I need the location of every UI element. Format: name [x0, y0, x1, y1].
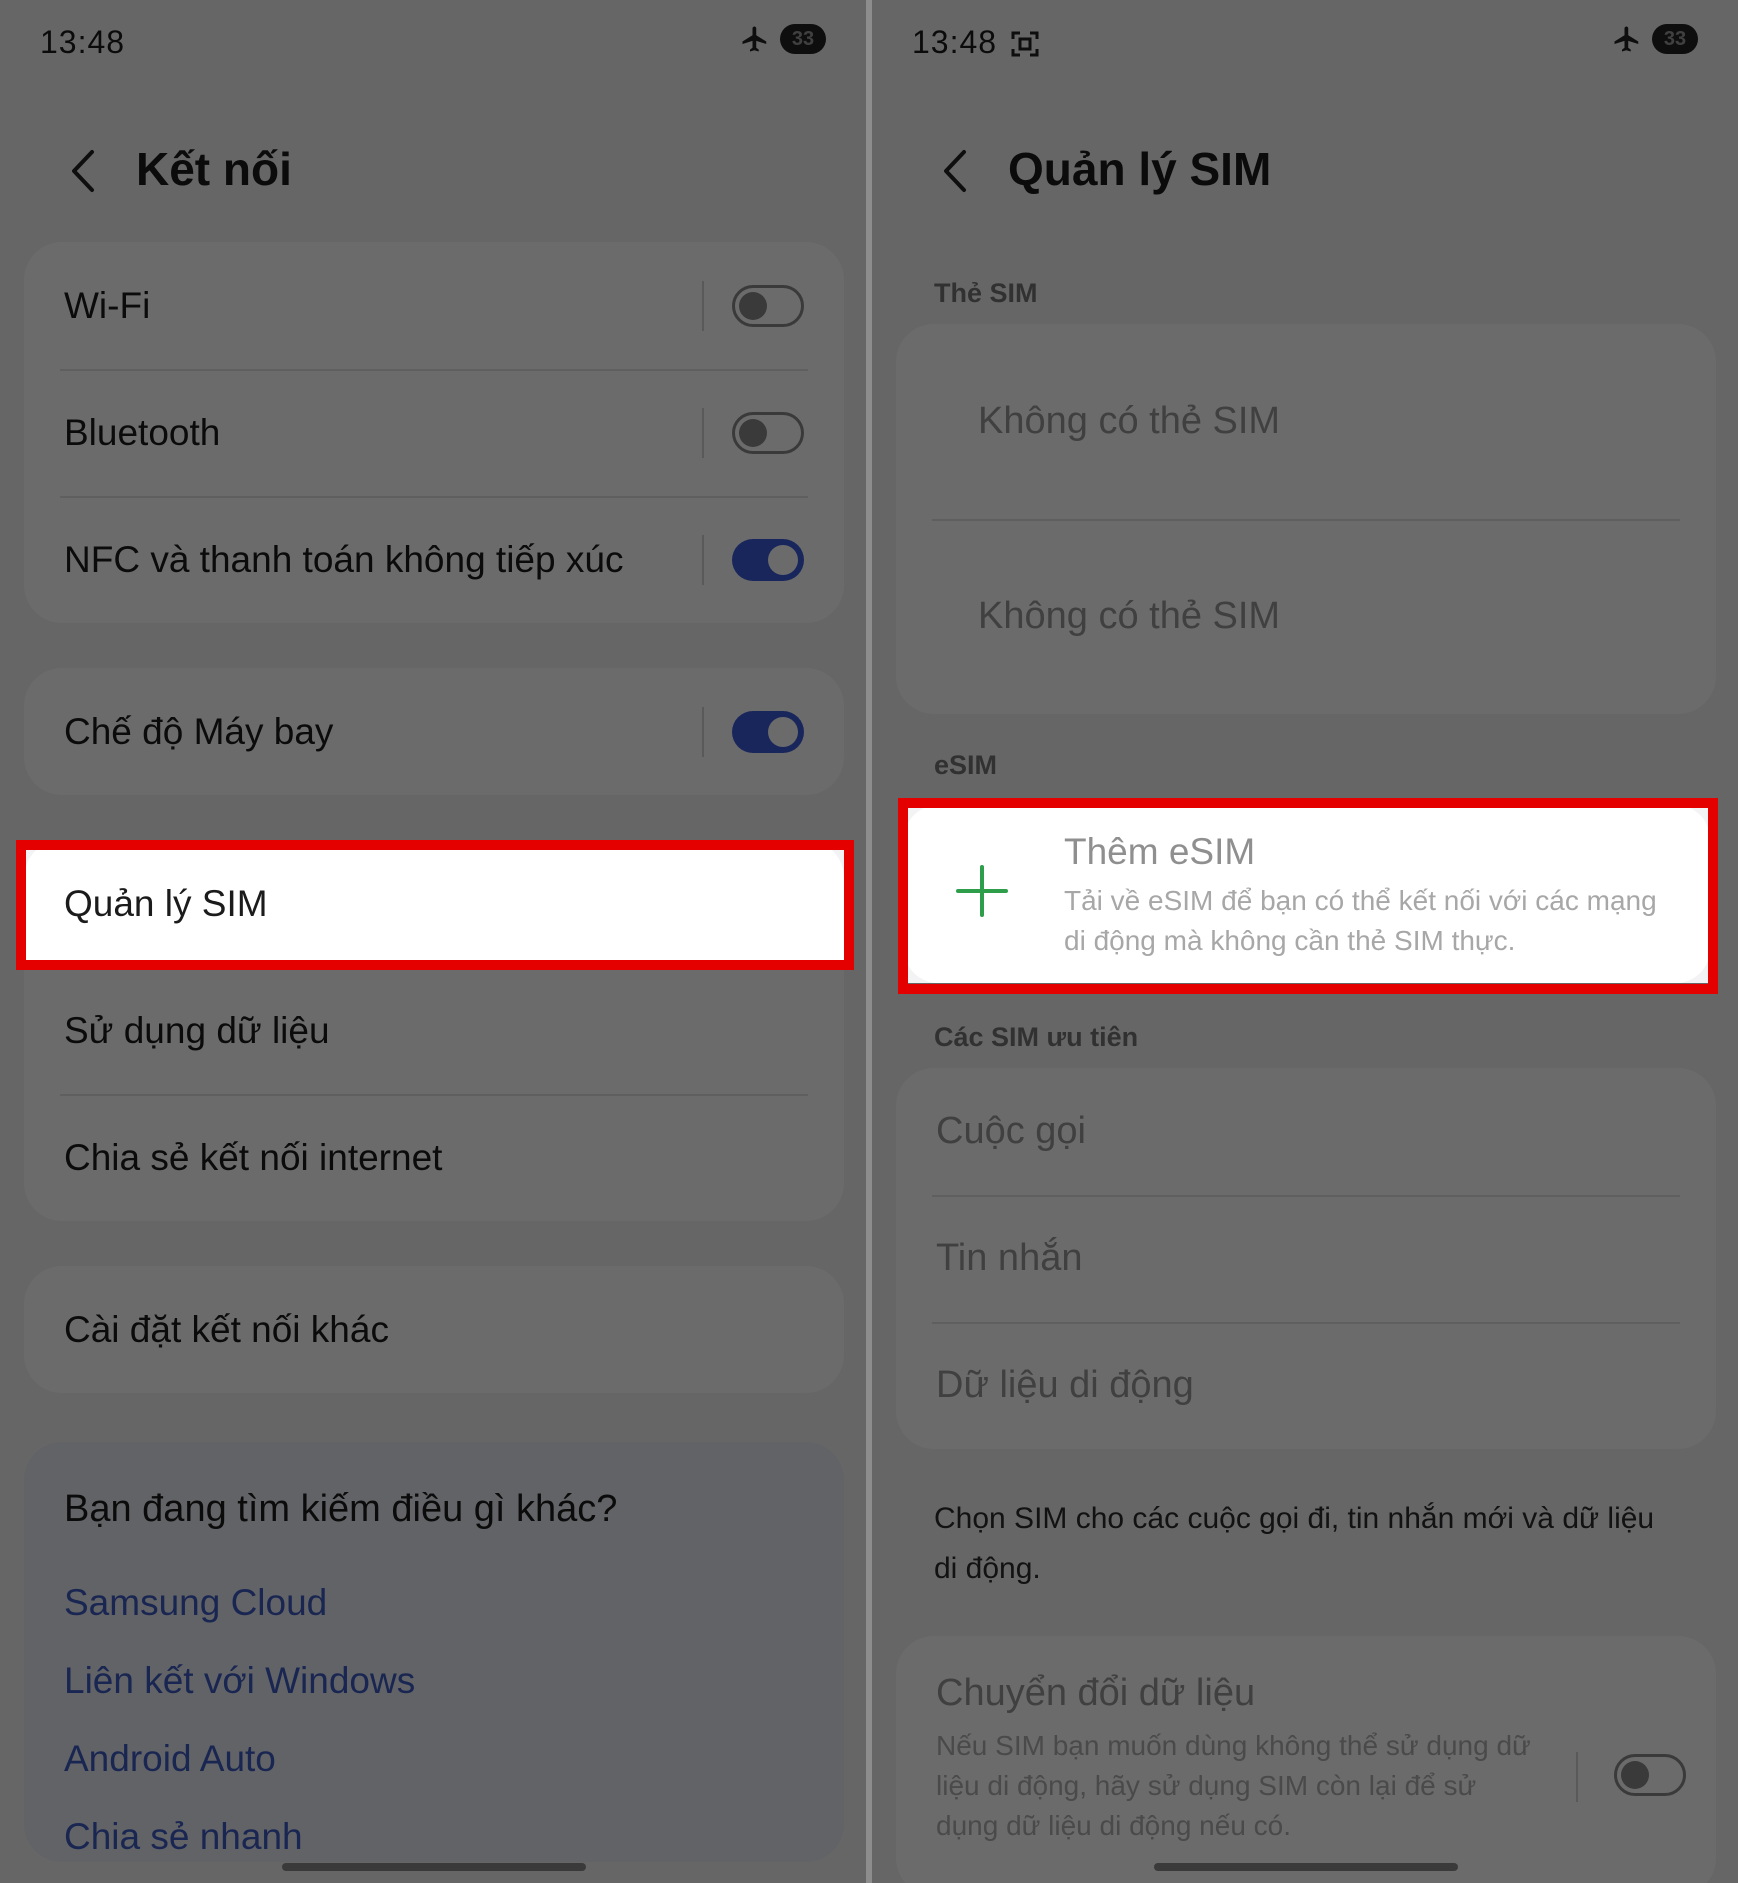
home-indicator — [1154, 1863, 1458, 1871]
setting-label: Bluetooth — [64, 411, 221, 453]
page-header: Quản lý SIM — [872, 130, 1738, 210]
suggestions-card: Bạn đang tìm kiếm điều gì khác? Samsung … — [24, 1442, 844, 1862]
sim-slot-1[interactable]: Không có thẻ SIM — [896, 324, 1716, 519]
more-settings-group: Cài đặt kết nối khác — [24, 1266, 844, 1393]
suggestion-link-quick-share[interactable]: Chia sẻ nhanh — [64, 1816, 303, 1858]
bluetooth-toggle[interactable] — [732, 411, 804, 454]
section-label-preferred-sim: Các SIM ưu tiên — [934, 1022, 1139, 1052]
plus-icon — [956, 865, 1008, 917]
status-time: 13:48 — [40, 24, 126, 60]
sim-cards-group: Không có thẻ SIM Không có thẻ SIM — [896, 324, 1716, 714]
preferred-sim-note: Chọn SIM cho các cuộc gọi đi, tin nhắn m… — [934, 1502, 1655, 1585]
status-bar: 13:48 33 — [872, 0, 1738, 86]
data-switching-toggle[interactable] — [1614, 1754, 1686, 1796]
back-arrow-icon[interactable] — [64, 148, 104, 194]
sim-data-group: Quản lý SIM Sử dụng dữ liệu Chia sẻ kết … — [24, 840, 844, 1221]
wireless-group: Wi-Fi Bluetooth NFC và thanh toán không … — [24, 242, 844, 623]
setting-label: Cài đặt kết nối khác — [64, 1308, 389, 1350]
sim-manager-screen: 13:48 33 Quản lý SIM Thẻ SIM Không có th… — [872, 0, 1738, 1883]
suggestion-link-android-auto[interactable]: Android Auto — [64, 1738, 276, 1780]
home-indicator — [282, 1863, 586, 1871]
setting-row-bluetooth[interactable]: Bluetooth — [24, 369, 844, 496]
preferred-sim-group: Cuộc gọi Tin nhắn Dữ liệu di động — [896, 1068, 1716, 1449]
nfc-toggle[interactable] — [732, 538, 804, 581]
setting-label: NFC và thanh toán không tiếp xúc — [64, 538, 624, 580]
airplane-mode-icon — [742, 26, 767, 52]
setting-row-more-connection-settings[interactable]: Cài đặt kết nối khác — [24, 1266, 844, 1393]
section-label-sim-cards: Thẻ SIM — [934, 278, 1038, 308]
preferred-label: Cuộc gọi — [936, 1110, 1086, 1152]
setting-row-nfc[interactable]: NFC và thanh toán không tiếp xúc — [24, 496, 844, 623]
setting-row-sim-manager[interactable]: Quản lý SIM — [24, 840, 844, 967]
page-title: Quản lý SIM — [1008, 143, 1272, 195]
wifi-toggle[interactable] — [732, 284, 804, 327]
page-title: Kết nối — [136, 143, 292, 195]
data-switching-row[interactable]: Chuyển đổi dữ liệu Nếu SIM bạn muốn dùng… — [896, 1636, 1716, 1883]
setting-row-data-usage[interactable]: Sử dụng dữ liệu — [24, 967, 844, 1094]
screenshot-icon — [1011, 31, 1039, 57]
setting-row-airplane-mode[interactable]: Chế độ Máy bay — [24, 668, 844, 795]
preferred-label: Tin nhắn — [936, 1237, 1083, 1279]
airplane-mode-icon — [1614, 26, 1639, 52]
back-arrow-icon[interactable] — [936, 148, 976, 194]
battery-indicator: 33 — [780, 24, 826, 54]
preferred-row-calls[interactable]: Cuộc gọi — [896, 1068, 1716, 1195]
connections-screen: 13:48 33 Kết nối Wi-Fi Bluetooth NFC và … — [0, 0, 866, 1883]
sim-slot-label: Không có thẻ SIM — [978, 400, 1281, 442]
status-time: 13:48 — [912, 24, 998, 60]
data-switching-title: Chuyển đổi dữ liệu — [936, 1672, 1256, 1714]
suggestion-link-link-to-windows[interactable]: Liên kết với Windows — [64, 1660, 415, 1702]
suggestion-link-samsung-cloud[interactable]: Samsung Cloud — [64, 1582, 327, 1624]
airplane-group: Chế độ Máy bay — [24, 668, 844, 795]
setting-label: Chia sẻ kết nối internet — [64, 1136, 443, 1178]
sim-slot-2[interactable]: Không có thẻ SIM — [896, 519, 1716, 714]
setting-label: Quản lý SIM — [64, 882, 268, 924]
add-esim-title: Thêm eSIM — [1064, 831, 1256, 872]
add-esim-button[interactable]: Thêm eSIM Tải về eSIM để bạn có thể kết … — [904, 805, 1710, 983]
setting-row-hotspot[interactable]: Chia sẻ kết nối internet — [24, 1094, 844, 1221]
status-bar: 13:48 33 — [0, 0, 866, 86]
data-switching-description: Nếu SIM bạn muốn dùng không thể sử dụng … — [936, 1730, 1531, 1841]
preferred-row-mobile-data[interactable]: Dữ liệu di động — [896, 1322, 1716, 1449]
setting-label: Chế độ Máy bay — [64, 710, 334, 752]
preferred-row-messages[interactable]: Tin nhắn — [896, 1195, 1716, 1322]
setting-label: Wi-Fi — [64, 284, 151, 326]
setting-row-wifi[interactable]: Wi-Fi — [24, 242, 844, 369]
sim-slot-label: Không có thẻ SIM — [978, 595, 1281, 637]
battery-indicator: 33 — [1652, 24, 1698, 54]
page-header: Kết nối — [0, 130, 866, 210]
suggestions-title: Bạn đang tìm kiếm điều gì khác? — [64, 1488, 618, 1530]
airplane-mode-toggle[interactable] — [732, 710, 804, 753]
add-esim-description: Tải về eSIM để bạn có thể kết nối với cá… — [1064, 885, 1657, 956]
section-label-esim: eSIM — [934, 750, 998, 780]
preferred-label: Dữ liệu di động — [936, 1364, 1194, 1406]
setting-label: Sử dụng dữ liệu — [64, 1009, 330, 1051]
